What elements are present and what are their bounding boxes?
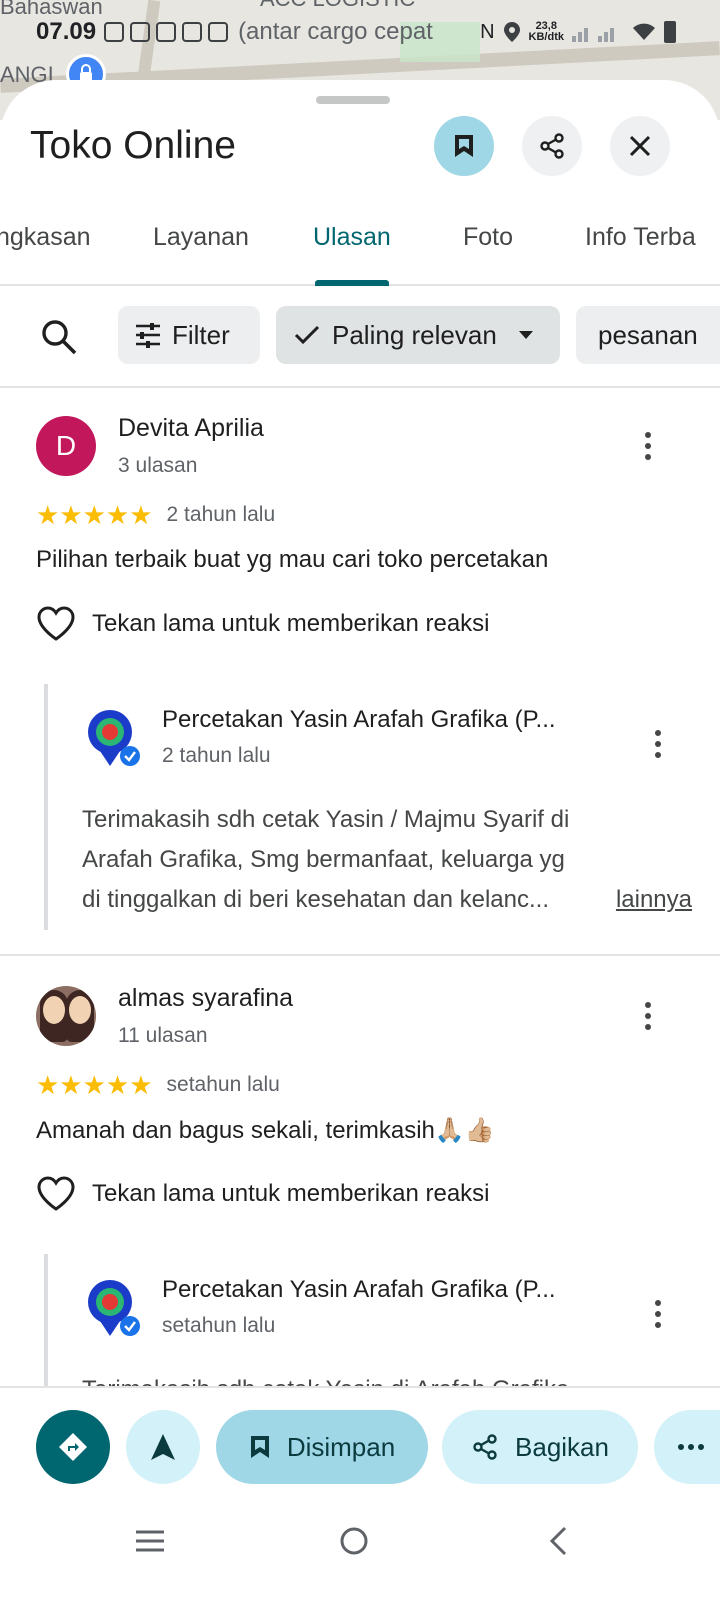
status-bar: 07.09 (antar cargo cepat N 23,8 KB/dtk [36,14,676,50]
system-nav-bar [0,1506,720,1600]
owner-reply-time: 2 tahun lalu [162,744,271,767]
map-label: (antar cargo cepat [238,18,433,45]
owner-reply-more-button[interactable] [640,1292,676,1336]
tab-layanan[interactable]: Layanan [153,220,249,284]
sort-chip[interactable]: Paling relevan [276,306,560,364]
back-chevron-icon [549,1526,567,1556]
save-button[interactable] [434,116,494,176]
recents-button[interactable] [120,1516,180,1566]
more-actions-button[interactable] [654,1410,720,1484]
owner-reply-text: Terimakasih sdh cetak Yasin / Majmu Syar… [82,800,692,920]
avatar[interactable] [36,986,96,1046]
owner-reply: Percetakan Yasin Arafah Grafika (P... se… [44,1254,720,1403]
menu-icon [136,1530,164,1552]
share-action-button[interactable]: Bagikan [442,1410,638,1484]
share-icon [473,1434,497,1460]
react-button[interactable]: Tekan lama untuk memberikan reaksi [36,606,490,642]
star-rating: ★★★★★ [36,1070,153,1100]
topic-chip-label: pesanan [598,319,698,350]
tab-foto[interactable]: Foto [463,220,513,284]
share-action-label: Bagikan [515,1431,609,1462]
filter-row: Filter Paling relevan pesanan [0,286,720,388]
reviewer-review-count: 3 ulasan [118,454,198,477]
action-bar: Disimpan Bagikan [0,1386,720,1506]
bookmark-icon [250,1436,269,1458]
review-more-button[interactable] [630,424,666,468]
filter-chip[interactable]: Filter [118,306,260,364]
tab-ulasan[interactable]: Ulasan [313,220,391,286]
tab-ringkasan[interactable]: ngkasan [0,220,91,284]
owner-logo [88,710,140,766]
tab-bar: ngkasan Layanan Ulasan Foto Info Terba [0,220,720,286]
directions-button[interactable] [36,1410,110,1484]
react-label: Tekan lama untuk memberikan reaksi [92,1180,490,1207]
network-speed: 23,8 KB/dtk [528,20,564,43]
owner-name: Percetakan Yasin Arafah Grafika (P... [162,1276,556,1303]
home-button[interactable] [324,1516,384,1566]
owner-reply-more-button[interactable] [640,722,676,766]
tab-info-terbaru[interactable]: Info Terba [585,220,696,284]
nfc-icon: N [480,20,495,43]
review-more-button[interactable] [630,994,666,1038]
avatar[interactable]: D [36,416,96,476]
sort-chip-label: Paling relevan [332,319,497,350]
react-label: Tekan lama untuk memberikan reaksi [92,610,490,637]
mail-icon [130,22,151,42]
navigation-arrow-icon [151,1434,175,1460]
read-more-link[interactable]: lainnya [616,880,692,920]
location-icon [503,22,520,42]
review-divider [0,954,720,956]
search-icon [42,320,77,355]
saved-button-label: Disimpan [286,1431,396,1462]
review-text: Pilihan terbaik buat yg mau cari toko pe… [36,546,549,573]
start-navigation-button[interactable] [126,1410,200,1484]
owner-reply: Percetakan Yasin Arafah Grafika (P... 2 … [44,684,720,930]
review-time: 2 tahun lalu [166,503,276,526]
notification-icons [104,22,229,42]
heart-icon [37,1176,75,1211]
reviewer-review-count: 11 ulasan [118,1024,208,1047]
home-circle-icon [340,1527,368,1555]
filter-chip-label: Filter [172,319,230,350]
rating-row: ★★★★★ setahun lalu [36,1072,280,1098]
review-time: setahun lalu [166,1073,280,1096]
signal-icon [572,28,614,42]
screenshot-icon [208,22,229,42]
back-button[interactable] [528,1516,588,1566]
tune-icon [136,323,160,348]
share-button[interactable] [522,116,582,176]
review-text: Amanah dan bagus sekali, terimkasih🙏🏼👍🏼 [36,1117,495,1144]
react-button[interactable]: Tekan lama untuk memberikan reaksi [36,1176,490,1212]
owner-logo [88,1280,140,1336]
share-icon [540,133,564,159]
wifi-icon [633,23,655,40]
star-rating: ★★★★★ [36,500,153,530]
battery-icon [664,21,676,43]
reviewer-name[interactable]: Devita Aprilia [118,414,264,443]
search-reviews-button[interactable] [38,316,80,358]
topic-chip-pesanan[interactable]: pesanan [576,306,720,364]
map-label: ACC LOGISTIC [260,0,415,12]
directions-icon [59,1433,87,1461]
facebook-icon [104,22,125,42]
bookmark-icon [455,135,473,157]
close-icon [629,135,651,157]
owner-reply-time: setahun lalu [162,1314,276,1337]
status-time: 07.09 [36,18,97,45]
openai-icon [182,22,203,42]
reviewer-name[interactable]: almas syarafina [118,984,293,1013]
check-icon [294,325,320,345]
drag-handle[interactable] [316,96,390,104]
dropdown-arrow-icon [518,331,533,339]
rating-row: ★★★★★ 2 tahun lalu [36,502,275,528]
close-button[interactable] [610,116,670,176]
heart-icon [37,606,75,641]
more-horizontal-icon [678,1444,704,1450]
app-icon [156,22,177,42]
place-title: Toko Online [30,124,236,167]
owner-name: Percetakan Yasin Arafah Grafika (P... [162,706,556,733]
saved-button[interactable]: Disimpan [216,1410,428,1484]
